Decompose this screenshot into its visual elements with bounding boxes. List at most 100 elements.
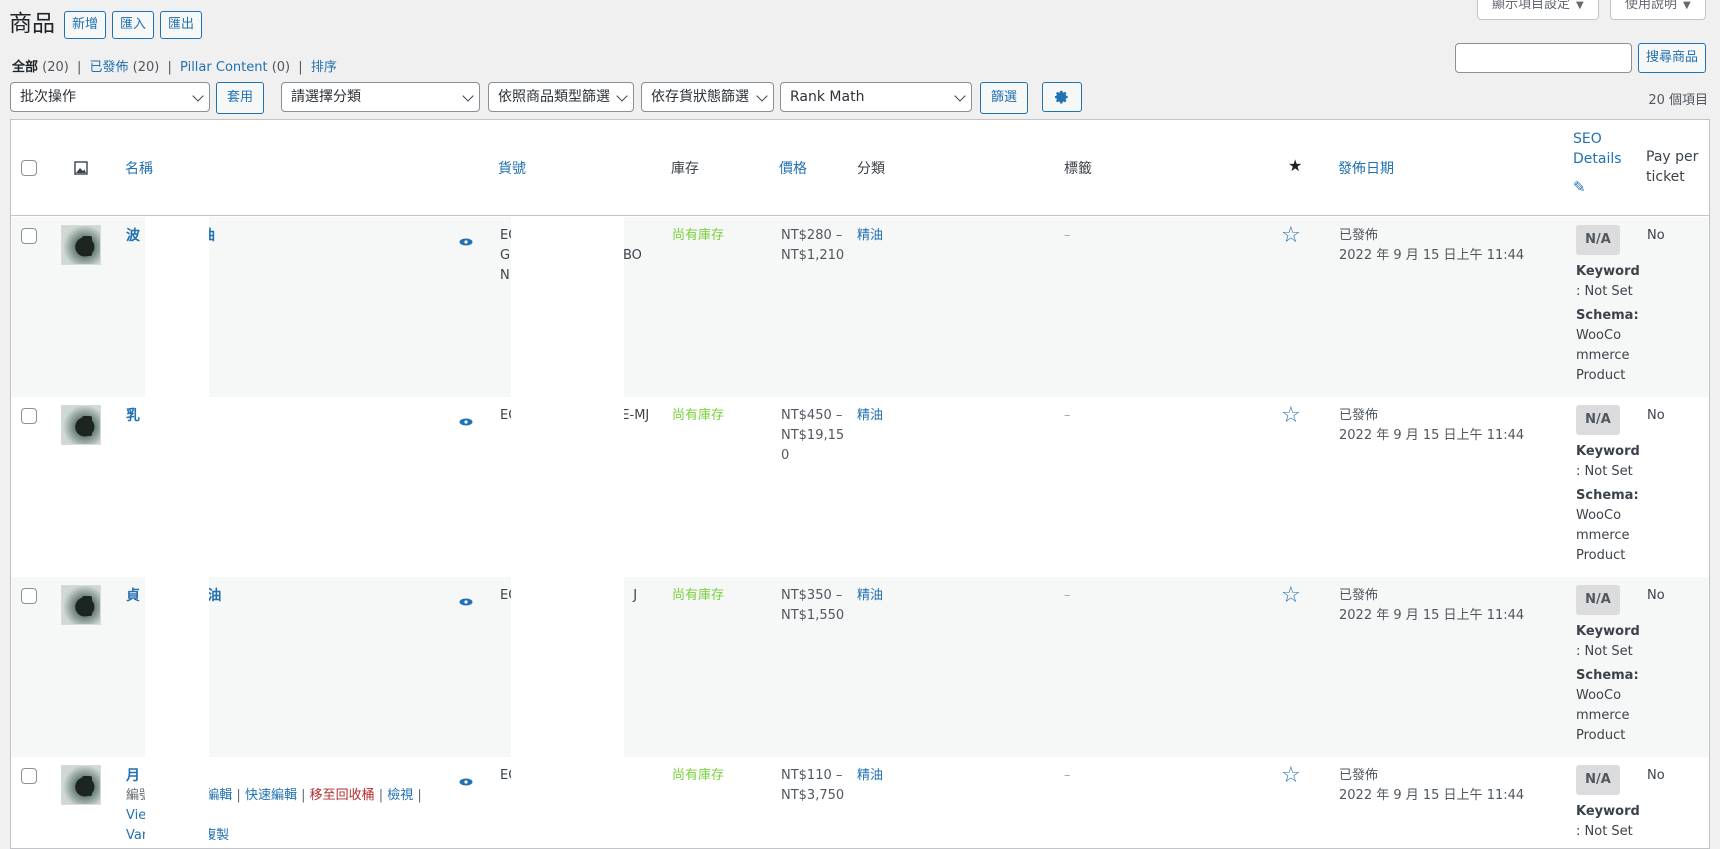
seo-details: Keyword: Not Set Schema: WooCo mmerce Prod… [1576,624,1640,743]
table-row: 波精油 EC GIRBO N 尚有庫存 NT$280 –NT$1,210 精油 … [11,217,1709,397]
rank-math-settings-button[interactable] [1042,82,1082,112]
pencil-icon: ✎ [1573,178,1586,196]
eye-icon[interactable] [459,237,473,247]
column-date[interactable]: 發佈日期 [1338,158,1394,178]
column-seo-line2: Details [1573,151,1622,167]
products-table: 名稱 貨號 庫存 價格 分類 標籤 ★ 發佈日期 SEO Details ✎ P… [10,119,1710,849]
row-checkbox[interactable] [21,588,37,604]
help-button[interactable]: 使用說明 ▼ [1610,0,1706,20]
chevron-down-icon [192,90,204,102]
column-sku[interactable]: 貨號 [498,158,526,178]
trash-link[interactable]: 移至回收桶 [310,788,375,803]
eye-icon[interactable] [459,597,473,607]
product-type-value: 依照商品類型篩選 [498,89,610,105]
featured-star-icon[interactable]: ☆ [1281,225,1301,247]
stock-status: 尚有庫存 [672,768,725,783]
table-row: 貞)精油 ECJ 尚有庫存 NT$350 –NT$1,550 精油 – ☆ 已發… [11,577,1709,757]
publish-date: 已發佈 2022 年 9 月 15 日上午 11:44 [1339,228,1525,263]
table-row: 乳 EC E-MJ 尚有庫存 NT$450 – NT$19,15 0 精油 – ☆ 已… [11,397,1709,577]
seo-details: Keyword: Not Set Schema: WooCo mmerce Prod… [1576,264,1640,383]
status-filter-links: 全部 (20) | 已發佈 (20) | Pillar Content (0) … [12,60,337,75]
product-thumbnail[interactable] [61,765,101,805]
featured-star-icon[interactable]: ☆ [1281,765,1301,787]
column-name[interactable]: 名稱 [125,158,153,178]
apply-button[interactable]: 套用 [216,82,265,114]
product-thumbnail[interactable] [61,405,101,445]
product-category-link[interactable]: 精油 [857,586,883,606]
status-pillar-link[interactable]: Pillar Content [180,60,268,75]
product-name-link[interactable]: 月 [126,766,140,787]
filter-button[interactable]: 篩選 [980,82,1029,114]
seo-score-badge: N/A [1576,585,1620,615]
search-products-button[interactable]: 搜尋商品 [1638,43,1707,73]
sorting-link[interactable]: 排序 [311,60,337,75]
column-seo-details[interactable]: SEO Details ✎ [1573,129,1622,197]
column-price[interactable]: 價格 [779,158,807,178]
page-title: 商品 [9,11,55,37]
status-published-link[interactable]: 已發佈 [90,60,129,75]
featured-star-icon[interactable]: ☆ [1281,585,1301,607]
status-published-count: (20) [132,60,160,75]
row-checkbox[interactable] [21,768,37,784]
image-icon [74,161,88,175]
stock-status-value: 依存貨狀態篩選 [651,89,749,105]
featured-star-icon[interactable]: ☆ [1281,405,1301,427]
caret-down-icon: ▼ [1683,0,1691,11]
seo-details: Keyword: Not Set [1576,804,1640,839]
stock-status: 尚有庫存 [672,588,725,603]
seo-score-badge: N/A [1576,405,1620,435]
product-price: NT$280 – NT$1,210 [781,228,845,263]
featured-star-icon[interactable]: ★ [1288,156,1302,175]
export-button[interactable]: 匯出 [160,11,203,39]
product-category-link[interactable]: 精油 [857,766,883,786]
chevron-down-icon [954,90,966,102]
status-all-link[interactable]: 全部 [12,60,38,75]
table-row: 月 編號: 2137 | 編輯 | 快速編輯 | 移至回收桶 | 檢視 | Vi… [11,757,1709,848]
import-button[interactable]: 匯入 [112,11,155,39]
product-tags: – [1064,408,1071,423]
product-thumbnail[interactable] [61,225,101,265]
stock-status-select[interactable]: 依存貨狀態篩選 [641,82,774,112]
product-type-select[interactable]: 依照商品類型篩選 [488,82,634,112]
eye-icon[interactable] [459,777,473,787]
gear-icon [1054,90,1068,104]
pay-per-ticket-value: No [1647,588,1665,603]
rank-math-select[interactable]: Rank Math [780,82,972,112]
column-ppt-line2: ticket [1646,169,1685,185]
edit-link[interactable]: 編輯 [206,788,232,803]
items-count: 20 個項目 [1648,93,1708,108]
product-price: NT$450 – NT$19,15 0 [781,408,845,463]
bulk-actions-select[interactable]: 批次操作 [10,82,210,112]
category-value: 請選擇分類 [291,89,361,105]
publish-date: 已發佈 2022 年 9 月 15 日上午 11:44 [1339,588,1525,623]
search-input[interactable] [1455,43,1632,73]
product-category-link[interactable]: 精油 [857,406,883,426]
product-name-link[interactable]: 乳 [126,406,140,427]
add-new-button[interactable]: 新增 [64,11,107,39]
chevron-down-icon [616,90,628,102]
status-pillar-count: (0) [271,60,291,75]
category-select[interactable]: 請選擇分類 [281,82,480,112]
product-tags: – [1064,228,1071,243]
select-all-checkbox[interactable] [21,160,37,176]
screen-options-button[interactable]: 顯示項目設定 ▼ [1477,0,1599,20]
publish-date: 已發佈 2022 年 9 月 15 日上午 11:44 [1339,408,1525,443]
help-label: 使用說明 [1625,0,1678,12]
column-seo-line1: SEO [1573,131,1602,147]
pay-per-ticket-value: No [1647,768,1665,783]
seo-score-badge: N/A [1576,225,1620,255]
product-category-link[interactable]: 精油 [857,226,883,246]
row-checkbox[interactable] [21,408,37,424]
redaction-overlay [145,217,209,848]
row-checkbox[interactable] [21,228,37,244]
seo-details: Keyword: Not Set Schema: WooCo mmerce Prod… [1576,444,1640,563]
pay-per-ticket-value: No [1647,408,1665,423]
view-link[interactable]: 檢視 [387,788,413,803]
table-header: 名稱 貨號 庫存 價格 分類 標籤 ★ 發佈日期 SEO Details ✎ P… [11,120,1709,216]
product-thumbnail[interactable] [61,585,101,625]
screen-options-label: 顯示項目設定 [1492,0,1571,12]
eye-icon[interactable] [459,417,473,427]
quick-edit-link[interactable]: 快速編輯 [245,788,297,803]
column-stock: 庫存 [671,161,699,177]
chevron-down-icon [756,90,768,102]
